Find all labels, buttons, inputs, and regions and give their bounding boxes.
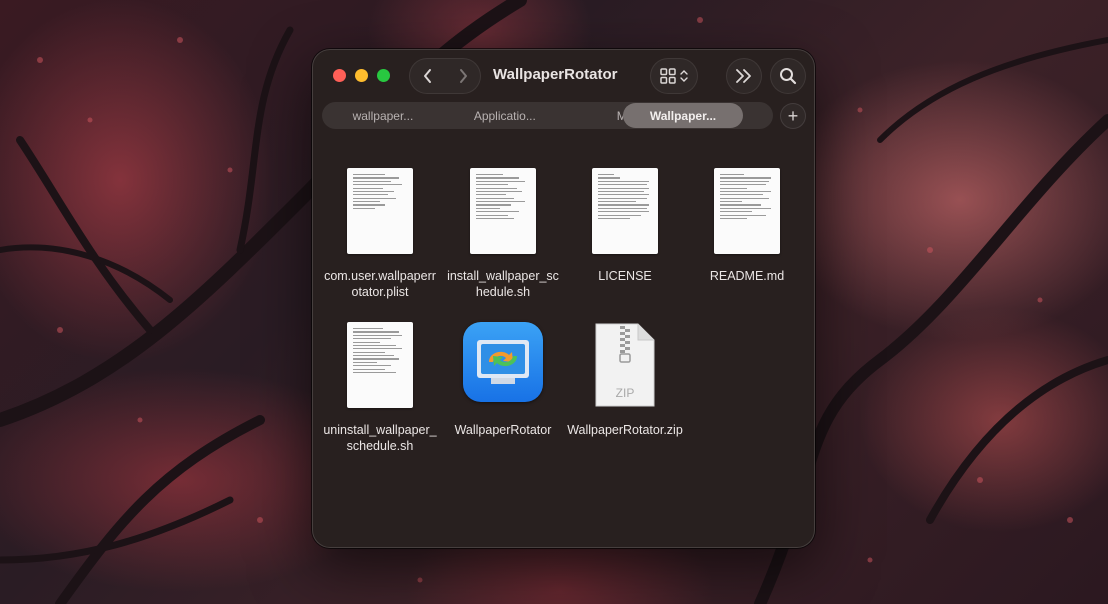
zip-badge: ZIP bbox=[615, 386, 635, 400]
file-name: LICENSE bbox=[598, 269, 652, 283]
document-icon bbox=[347, 322, 413, 408]
close-button[interactable] bbox=[333, 69, 346, 82]
document-icon bbox=[347, 168, 413, 254]
finder-window: WallpaperRotator wallpaper... Applicatio… bbox=[312, 49, 815, 548]
window-title: WallpaperRotator bbox=[493, 66, 618, 83]
file-item[interactable]: uninstall_wallpaper_schedule.sh bbox=[319, 322, 441, 454]
search-button[interactable] bbox=[770, 58, 806, 94]
forward-button[interactable] bbox=[445, 58, 480, 94]
file-item[interactable]: README.md bbox=[686, 168, 808, 284]
zip-archive-icon: ZIP bbox=[592, 322, 658, 408]
document-icon bbox=[470, 168, 536, 254]
file-item[interactable]: LICENSE bbox=[564, 168, 686, 284]
add-tab-button[interactable]: + bbox=[780, 103, 806, 129]
tab-applications[interactable]: Applicatio... bbox=[444, 102, 566, 129]
chevron-updown-icon bbox=[680, 70, 688, 82]
search-icon bbox=[780, 68, 797, 85]
document-icon bbox=[592, 168, 658, 254]
file-item[interactable]: WallpaperRotator bbox=[442, 322, 564, 438]
more-toolbar-button[interactable] bbox=[726, 58, 762, 94]
view-options-button[interactable] bbox=[650, 58, 698, 94]
tab-wallpaperrotator-active[interactable]: Wallpaper... bbox=[623, 103, 743, 128]
file-name: WallpaperRotator.zip bbox=[567, 423, 683, 437]
file-item[interactable]: com.user.wallpaperrotator.plist bbox=[319, 168, 441, 300]
document-icon bbox=[714, 168, 780, 254]
window-controls bbox=[333, 69, 390, 82]
file-name: install_wallpaper_schedule.sh bbox=[447, 269, 559, 299]
minimize-button[interactable] bbox=[355, 69, 368, 82]
chevron-left-icon bbox=[423, 69, 431, 83]
file-name: WallpaperRotator bbox=[454, 423, 552, 437]
double-chevron-right-icon bbox=[736, 69, 751, 83]
grid-view-icon bbox=[660, 68, 676, 84]
tab-wallpaper[interactable]: wallpaper... bbox=[322, 102, 444, 129]
chevron-right-icon bbox=[459, 69, 467, 83]
file-item[interactable]: install_wallpaper_schedule.sh bbox=[442, 168, 564, 300]
back-button[interactable] bbox=[410, 58, 445, 94]
file-name: com.user.wallpaperrotator.plist bbox=[324, 269, 436, 299]
file-item[interactable]: ZIP WallpaperRotator.zip bbox=[564, 322, 686, 438]
navigation-buttons bbox=[409, 58, 481, 94]
file-name: README.md bbox=[709, 269, 785, 283]
tab-bar: wallpaper... Applicatio... MM Wallpaper.… bbox=[322, 102, 773, 129]
maximize-button[interactable] bbox=[377, 69, 390, 82]
wallpaperrotator-app-icon bbox=[463, 322, 543, 402]
file-name: uninstall_wallpaper_schedule.sh bbox=[323, 423, 437, 453]
